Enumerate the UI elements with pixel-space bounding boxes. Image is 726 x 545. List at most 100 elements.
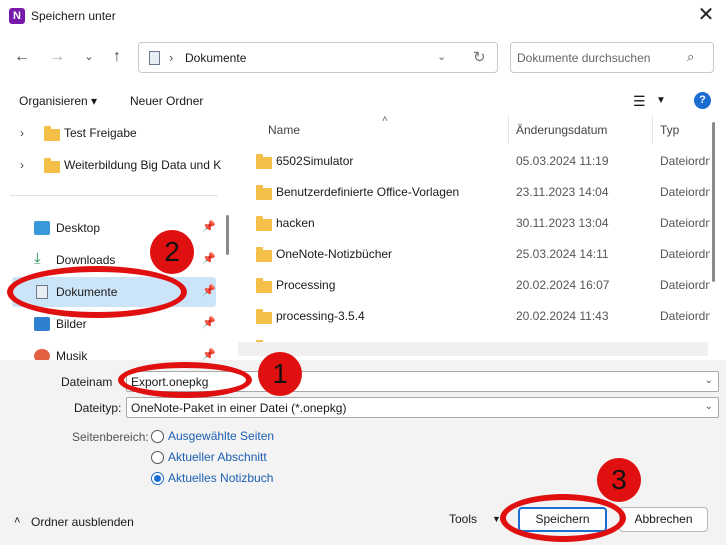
column-divider[interactable] — [652, 116, 653, 144]
help-icon[interactable]: ? — [694, 92, 711, 109]
file-name: Processing — [276, 278, 336, 292]
forward-arrow-icon[interactable]: → — [44, 44, 70, 70]
search-input[interactable] — [517, 49, 677, 67]
file-name: OneNote-Notizbücher — [276, 247, 393, 261]
file-type: Dateiordn — [660, 185, 710, 199]
file-row[interactable]: OneNote-Notizbücher 25.03.2024 14:11 Dat… — [236, 239, 710, 270]
filetype-label: Dateityp: — [74, 401, 122, 415]
tree-item-test-freigabe[interactable]: › Test Freigabe — [0, 118, 228, 148]
chevron-down-icon[interactable]: ⌄ — [705, 401, 713, 412]
file-list: ˄ Name Änderungsdatum Typ 6502Simulator … — [236, 116, 710, 360]
folder-icon — [256, 247, 272, 262]
file-type: Dateiordn — [660, 247, 710, 261]
radio-label-selected-pages[interactable]: Ausgewählte Seiten — [168, 429, 274, 443]
file-date: 30.11.2023 13:04 — [516, 216, 609, 230]
onenote-icon: N — [9, 8, 25, 24]
window-title: Speichern unter — [31, 9, 116, 23]
annotation-number-1: 1 — [258, 352, 302, 396]
view-dropdown-icon[interactable]: ▼ — [656, 95, 666, 106]
chevron-down-icon[interactable]: ⌄ — [705, 375, 713, 386]
pictures-icon — [34, 317, 50, 331]
pin-icon[interactable]: 📌 — [202, 220, 216, 233]
folder-icon — [256, 185, 272, 200]
chevron-up-icon[interactable]: ˄ — [14, 515, 20, 527]
chevron-right-icon[interactable]: › — [20, 158, 24, 172]
file-type: Dateiordn — [660, 154, 710, 168]
file-name: Benutzerdefinierte Office-Vorlagen — [276, 185, 460, 199]
up-arrow-icon[interactable]: ↑ — [104, 44, 130, 70]
radio-label-current-notebook[interactable]: Aktuelles Notizbuch — [168, 471, 273, 485]
cancel-button[interactable]: Abbrechen — [619, 507, 708, 532]
filename-label: Dateinam — [61, 375, 113, 389]
breadcrumb-current[interactable]: Dokumente — [185, 51, 246, 65]
tree-item-label: Weiterbildung Big Data und K — [64, 158, 222, 172]
file-name: processing-3.5.4 — [276, 309, 365, 323]
file-date: 05.03.2024 11:19 — [516, 154, 609, 168]
quick-access-musik[interactable]: Musik 📌 — [12, 341, 216, 360]
pin-icon[interactable]: 📌 — [202, 316, 216, 329]
pin-icon[interactable]: 📌 — [202, 284, 216, 297]
back-arrow-icon[interactable]: ← — [9, 44, 35, 70]
download-icon: ⤓ — [34, 250, 41, 267]
file-row[interactable]: Benutzerdefinierte Office-Vorlagen 23.11… — [236, 177, 710, 208]
folder-icon — [44, 158, 60, 173]
radio-current-section[interactable] — [151, 451, 164, 464]
new-folder-button[interactable]: Neuer Ordner — [130, 94, 203, 108]
organize-menu-button[interactable]: Organisieren ▾ — [19, 94, 97, 108]
annotation-ellipse-dokumente — [7, 266, 187, 318]
filetype-value[interactable]: OneNote-Paket in einer Datei (*.onepkg) — [131, 401, 346, 415]
refresh-icon[interactable]: ↻ — [473, 48, 486, 66]
music-icon — [34, 349, 50, 360]
chevron-down-icon[interactable]: ⌄ — [437, 50, 446, 63]
file-row[interactable]: 6502Simulator 05.03.2024 11:19 Dateiordn — [236, 146, 710, 177]
search-box[interactable]: ⌕ — [510, 42, 714, 73]
column-header-name[interactable]: Name — [268, 123, 300, 137]
file-row[interactable]: Processing 20.02.2024 16:07 Dateiordn — [236, 270, 710, 301]
file-row[interactable]: hacken 30.11.2023 13:04 Dateiordn — [236, 208, 710, 239]
search-icon[interactable]: ⌕ — [687, 49, 694, 65]
annotation-number-2: 2 — [150, 230, 194, 274]
file-date: 20.02.2024 16:07 — [516, 278, 610, 292]
column-header-date[interactable]: Änderungsdatum — [516, 123, 607, 137]
view-options-icon[interactable]: ☰ — [633, 93, 646, 110]
radio-label-current-section[interactable]: Aktueller Abschnitt — [168, 450, 267, 464]
address-bar[interactable]: › Dokumente ⌄ ↻ — [138, 42, 498, 73]
tools-menu-button[interactable]: Tools — [449, 512, 477, 526]
close-icon[interactable]: ✕ — [686, 0, 726, 32]
annotation-number-3: 3 — [597, 458, 641, 502]
chevron-right-icon[interactable]: › — [20, 126, 24, 140]
column-divider[interactable] — [508, 116, 509, 144]
pin-icon[interactable]: 📌 — [202, 252, 216, 265]
file-name: hacken — [276, 216, 315, 230]
annotation-ellipse-save — [500, 494, 626, 542]
quick-access-label: Musik — [56, 349, 88, 360]
file-row[interactable]: processing-3.5.4 20.02.2024 11:43 Dateio… — [236, 301, 710, 332]
desktop-icon — [34, 221, 50, 235]
folder-icon — [256, 154, 272, 169]
radio-selected-pages[interactable] — [151, 430, 164, 443]
folder-icon — [256, 309, 272, 324]
document-icon — [149, 51, 160, 65]
tree-item-weiterbildung[interactable]: › Weiterbildung Big Data und K — [0, 150, 228, 180]
column-header-type[interactable]: Typ — [660, 123, 679, 137]
file-date: 25.03.2024 14:11 — [516, 247, 609, 261]
folder-icon — [256, 278, 272, 293]
navigation-scrollbar-thumb[interactable] — [226, 215, 229, 255]
sort-ascending-icon: ˄ — [382, 116, 388, 125]
page-range-label: Seitenbereich: — [72, 430, 149, 444]
pin-icon[interactable]: 📌 — [202, 348, 216, 360]
file-name: 6502Simulator — [276, 154, 354, 168]
filetype-select[interactable]: OneNote-Paket in einer Datei (*.onepkg) … — [126, 397, 719, 418]
horizontal-scrollbar[interactable] — [238, 342, 708, 356]
file-type: Dateiordn — [660, 309, 710, 323]
quick-access-label: Desktop — [56, 221, 101, 235]
tree-item-label: Test Freigabe — [64, 126, 137, 140]
radio-current-notebook[interactable] — [151, 472, 164, 485]
quick-access-label: Bilder — [56, 317, 87, 331]
hide-folders-button[interactable]: Ordner ausblenden — [31, 515, 134, 529]
file-date: 23.11.2023 14:04 — [516, 185, 609, 199]
annotation-ellipse-filename — [118, 362, 252, 398]
vertical-scrollbar-thumb[interactable] — [712, 122, 715, 282]
recent-locations-chevron-icon[interactable]: ⌄ — [76, 44, 102, 70]
folder-icon — [256, 216, 272, 231]
